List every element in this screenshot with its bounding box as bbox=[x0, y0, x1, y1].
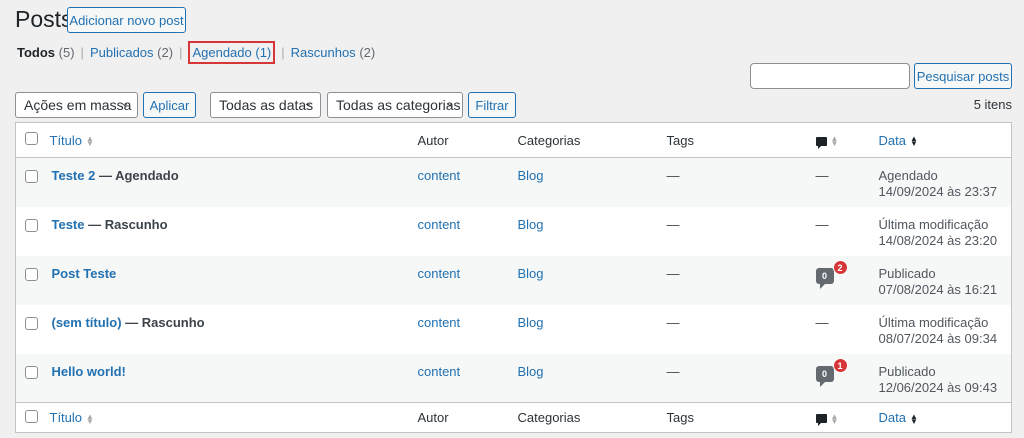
comment-icon bbox=[815, 136, 827, 149]
table-row: Hello world! content Blog — 01 Publicado… bbox=[15, 353, 1012, 403]
post-date: 12/06/2024 às 09:43 bbox=[878, 379, 998, 395]
category-link[interactable]: Blog bbox=[518, 217, 544, 232]
post-title-link[interactable]: Hello world! bbox=[52, 364, 126, 379]
post-title-link[interactable]: (sem título) bbox=[52, 315, 122, 330]
add-new-post-button[interactable]: Adicionar novo post bbox=[67, 7, 186, 33]
author-link[interactable]: content bbox=[418, 217, 461, 232]
author-link[interactable]: content bbox=[418, 315, 461, 330]
post-status: Publicado bbox=[878, 363, 936, 379]
sort-icon: ▲ ▼ bbox=[830, 411, 839, 426]
post-title-link[interactable]: Teste bbox=[52, 217, 85, 232]
sort-title[interactable]: Título bbox=[50, 410, 83, 425]
col-tags: Tags bbox=[666, 122, 816, 158]
author-link[interactable]: content bbox=[418, 168, 461, 183]
category-link[interactable]: Blog bbox=[518, 168, 544, 183]
col-categories: Categorias bbox=[517, 122, 667, 158]
search-button[interactable]: Pesquisar posts bbox=[914, 63, 1012, 89]
filter-all[interactable]: Todos bbox=[17, 45, 55, 60]
category-link[interactable]: Blog bbox=[518, 364, 544, 379]
sort-icon: ▲ ▼ bbox=[86, 134, 94, 149]
table-header: Título ▲ ▼ Autor Categorias Tags ▲ ▼ Data ▲ ▼ bbox=[15, 122, 1012, 158]
col-author: Autor bbox=[417, 402, 518, 433]
pending-comments-badge: 1 bbox=[832, 357, 848, 373]
sort-date[interactable]: Data bbox=[879, 133, 906, 148]
chevron-down-icon: ⌄ bbox=[303, 98, 312, 109]
row-checkbox[interactable] bbox=[25, 365, 38, 379]
chevron-down-icon: ⌄ bbox=[120, 98, 129, 109]
post-title-link[interactable]: Post Teste bbox=[52, 266, 117, 281]
filter-button[interactable]: Filtrar bbox=[468, 92, 516, 118]
comment-count-bubble[interactable]: 02 bbox=[815, 259, 848, 289]
row-checkbox[interactable] bbox=[25, 267, 38, 281]
table-footer: Título ▲ ▼ Autor Categorias Tags ▲ ▼ Data ▲ ▼ bbox=[15, 402, 1012, 433]
tags-value: — bbox=[666, 314, 680, 330]
tags-value: — bbox=[666, 265, 680, 281]
sort-comments[interactable]: ▲ ▼ bbox=[815, 122, 879, 158]
row-checkbox[interactable] bbox=[25, 170, 38, 183]
category-link[interactable]: Blog bbox=[518, 315, 544, 330]
comment-count-bubble[interactable]: 01 bbox=[815, 357, 848, 387]
comment-icon bbox=[815, 414, 827, 427]
chevron-down-icon: ⌄ bbox=[445, 98, 454, 109]
post-state: — Rascunho bbox=[84, 216, 168, 232]
table-row: Teste — Rascunho content Blog — — Última… bbox=[16, 207, 1012, 256]
apply-button[interactable]: Aplicar bbox=[143, 92, 196, 118]
items-count: 5 itens bbox=[973, 97, 1012, 112]
comments-empty: — bbox=[815, 168, 829, 183]
select-all-checkbox[interactable] bbox=[25, 132, 38, 145]
sort-desc-icon: ▲ ▼ bbox=[909, 411, 918, 426]
filter-scheduled[interactable]: Agendado (1) bbox=[192, 45, 271, 60]
filter-drafts[interactable]: Rascunhos bbox=[291, 45, 356, 60]
post-date: 14/08/2024 às 23:20 bbox=[878, 232, 998, 248]
post-title-link[interactable]: Teste 2 bbox=[52, 168, 96, 183]
tags-value: — bbox=[666, 168, 680, 183]
table-row: (sem título) — Rascunho content Blog — —… bbox=[16, 305, 1012, 354]
table-row: Post Teste content Blog — 02 Publicado 07… bbox=[15, 255, 1012, 305]
filter-scheduled-highlight: Agendado (1) bbox=[188, 41, 276, 64]
sort-title[interactable]: Título bbox=[50, 133, 83, 148]
category-filter-value: Todas as categorias bbox=[336, 97, 461, 113]
tags-value: — bbox=[666, 363, 680, 379]
row-checkbox[interactable] bbox=[25, 316, 38, 330]
category-filter-select[interactable]: Todas as categorias ⌄ bbox=[327, 92, 463, 118]
sort-date[interactable]: Data bbox=[879, 410, 906, 425]
sort-icon: ▲ ▼ bbox=[86, 411, 94, 426]
post-status: Última modificação bbox=[878, 216, 989, 232]
select-all-checkbox[interactable] bbox=[25, 409, 38, 423]
pending-comments-badge: 2 bbox=[832, 259, 848, 275]
search-input[interactable] bbox=[750, 63, 910, 89]
author-link[interactable]: content bbox=[418, 364, 461, 379]
author-link[interactable]: content bbox=[418, 266, 461, 281]
post-status: Publicado bbox=[878, 265, 936, 281]
post-status: Última modificação bbox=[878, 314, 989, 330]
post-date: 07/08/2024 às 16:21 bbox=[878, 281, 998, 297]
comments-empty: — bbox=[815, 216, 829, 232]
col-author: Autor bbox=[417, 122, 518, 158]
tags-value: — bbox=[666, 216, 680, 232]
col-categories: Categorias bbox=[517, 402, 667, 433]
date-filter-value: Todas as datas bbox=[219, 97, 314, 113]
bulk-actions-value: Ações em massa bbox=[24, 97, 132, 113]
comments-empty: — bbox=[815, 314, 829, 330]
category-link[interactable]: Blog bbox=[518, 266, 544, 281]
page-title: Posts bbox=[15, 6, 73, 32]
post-date: 08/07/2024 às 09:34 bbox=[878, 330, 998, 346]
filter-published[interactable]: Publicados bbox=[90, 45, 154, 60]
posts-table: Título ▲ ▼ Autor Categorias Tags ▲ ▼ Data ▲ ▼… bbox=[15, 122, 1012, 433]
sort-desc-icon: ▲ ▼ bbox=[909, 134, 918, 149]
sort-icon: ▲ ▼ bbox=[830, 134, 839, 149]
post-status: Agendado bbox=[878, 168, 938, 183]
sort-comments[interactable]: ▲ ▼ bbox=[815, 402, 879, 433]
post-state: — Rascunho bbox=[121, 314, 205, 330]
row-checkbox[interactable] bbox=[25, 218, 38, 232]
col-tags: Tags bbox=[666, 402, 816, 433]
date-filter-select[interactable]: Todas as datas ⌄ bbox=[210, 92, 321, 118]
post-state: — Agendado bbox=[95, 168, 179, 183]
table-row: Teste 2 — Agendado content Blog — — Agen… bbox=[15, 157, 1012, 207]
bulk-actions-select[interactable]: Ações em massa ⌄ bbox=[15, 92, 138, 118]
status-filters: Todos (5) | Publicados (2) | Agendado (1) | Ra… bbox=[17, 41, 375, 64]
post-date: 14/09/2024 às 23:37 bbox=[878, 184, 998, 199]
